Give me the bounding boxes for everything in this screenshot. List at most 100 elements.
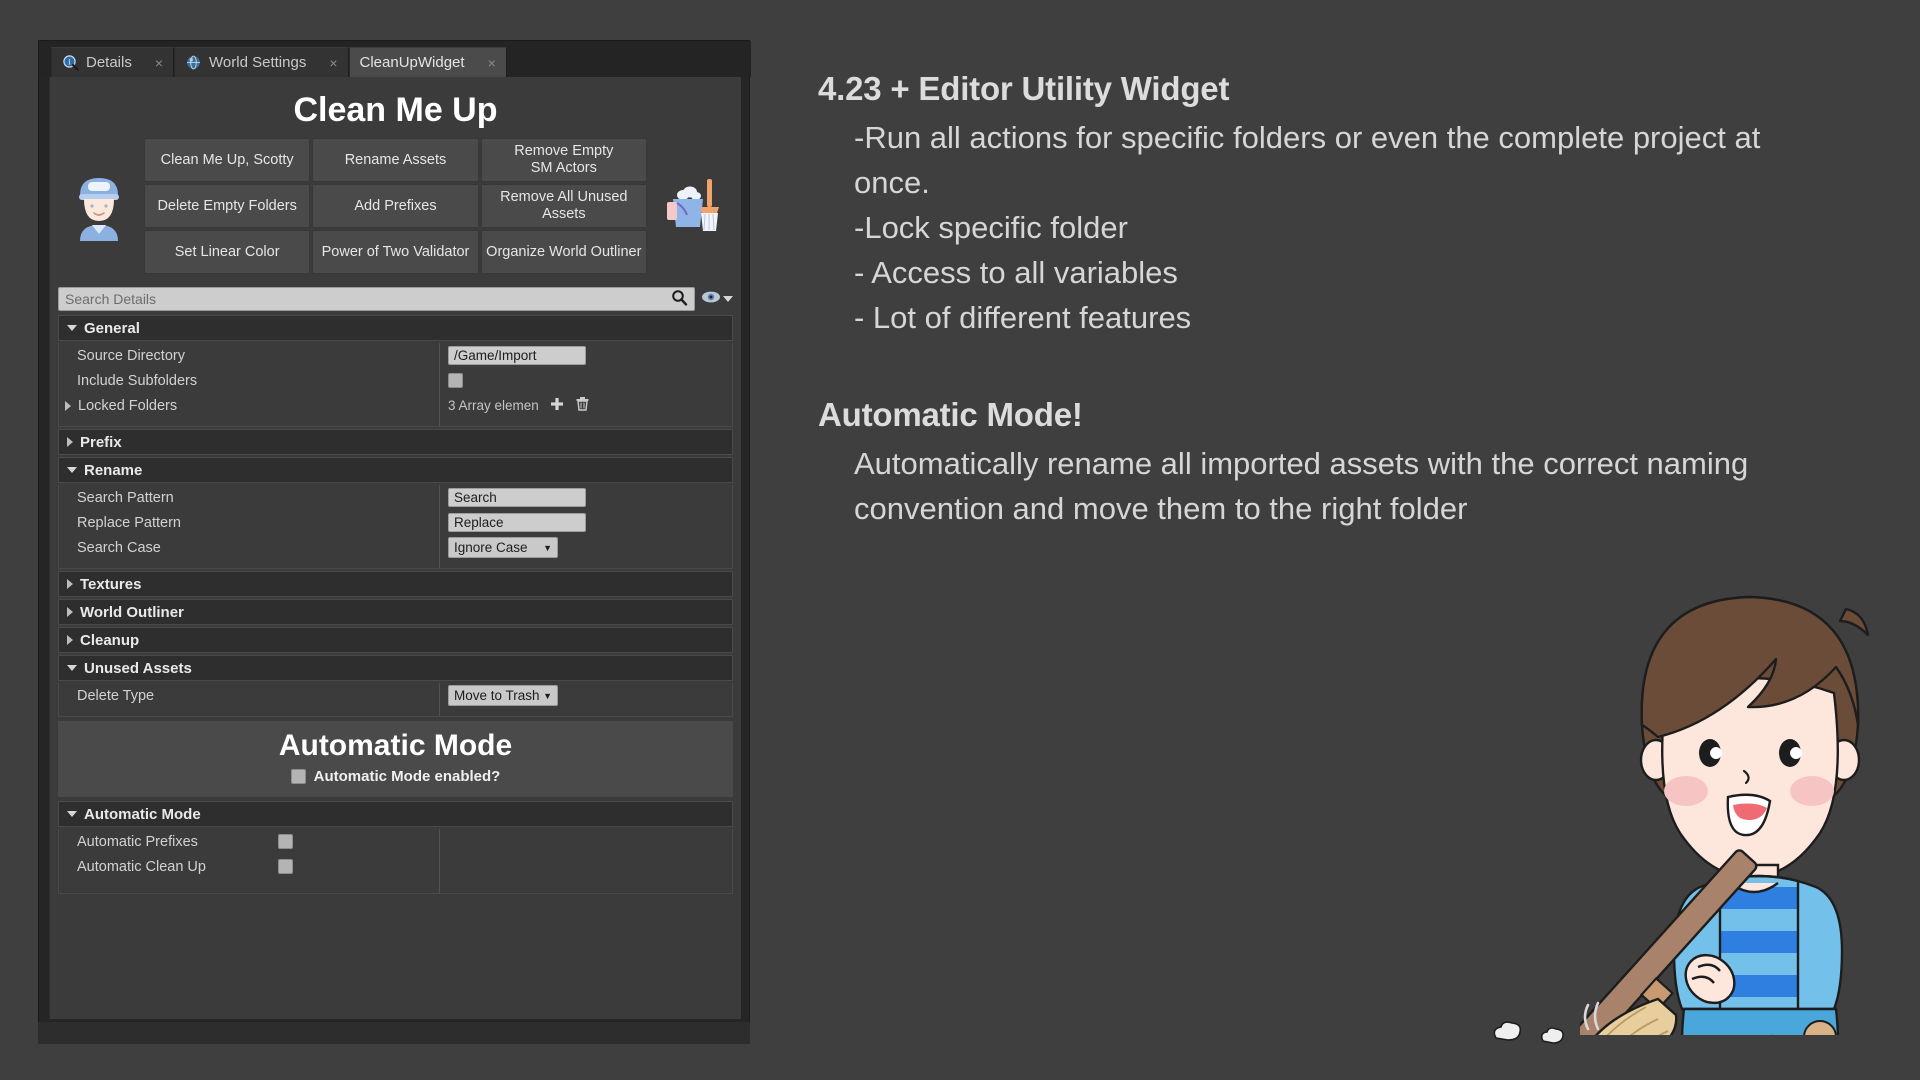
button-organize-world-outliner[interactable]: Organize World Outliner — [481, 230, 647, 274]
dropdown-value: Ignore Case — [454, 540, 528, 555]
chevron-right-icon — [67, 607, 73, 617]
category-label: Prefix — [80, 434, 122, 451]
automatic-prefixes-checkbox[interactable] — [278, 834, 293, 849]
category-header-world-outliner[interactable]: World Outliner — [58, 599, 733, 625]
panel-bottom-strip — [38, 1022, 750, 1044]
property-label: Automatic Prefixes — [59, 834, 259, 850]
category-body-general: Source Directory /Game/Import Include Su… — [58, 343, 733, 427]
source-directory-input[interactable]: /Game/Import — [448, 346, 586, 365]
chevron-down-icon — [67, 665, 77, 671]
property-label: Delete Type — [59, 688, 439, 704]
copy-bullet: - Access to all variables — [854, 251, 1818, 296]
category-body-unused-assets: Delete Type Move to Trash ▼ — [58, 683, 733, 717]
close-icon[interactable]: × — [488, 56, 496, 70]
button-remove-empty-sm-actors[interactable]: Remove Empty SM Actors — [481, 138, 647, 182]
category-body-automatic-mode: Automatic Prefixes Automatic Clean Up — [58, 829, 733, 894]
chevron-right-icon[interactable] — [65, 401, 71, 411]
category-label: Textures — [80, 576, 141, 593]
copy-bullet: -Lock specific folder — [854, 206, 1818, 251]
janitor-avatar-icon — [60, 167, 138, 245]
automatic-mode-banner: Automatic Mode Automatic Mode enabled? — [58, 721, 733, 797]
bucket-and-broom-icon — [653, 167, 731, 245]
button-add-prefixes[interactable]: Add Prefixes — [312, 184, 478, 228]
eye-icon[interactable] — [701, 290, 721, 309]
property-label: Search Pattern — [59, 490, 439, 506]
category-header-general[interactable]: General — [58, 315, 733, 341]
chevron-down-icon — [67, 811, 77, 817]
chevron-right-icon — [67, 579, 73, 589]
property-row-source-directory: Source Directory /Game/Import — [59, 343, 732, 368]
copy-heading-2: Automatic Mode! — [818, 396, 1818, 434]
automatic-mode-enabled-checkbox[interactable] — [291, 769, 306, 784]
close-icon[interactable]: × — [155, 56, 163, 70]
automatic-mode-enabled-row: Automatic Mode enabled? — [58, 768, 733, 785]
dust-puff-icon — [1538, 1026, 1566, 1053]
chevron-down-icon: ▼ — [543, 543, 552, 553]
tab-label: CleanUpWidget — [360, 54, 465, 71]
tab-details[interactable]: i Details × — [51, 47, 174, 77]
category-header-prefix[interactable]: Prefix — [58, 429, 733, 455]
copy-bullet-list: -Run all actions for specific folders or… — [818, 116, 1818, 341]
chevron-right-icon — [67, 437, 73, 447]
delete-type-dropdown[interactable]: Move to Trash ▼ — [448, 685, 558, 706]
replace-pattern-input[interactable]: Replace — [448, 513, 586, 532]
search-details-row: Search Details — [58, 287, 733, 311]
button-remove-all-unused-assets[interactable]: Remove All Unused Assets — [481, 184, 647, 228]
property-row-search-pattern: Search Pattern Search — [59, 485, 732, 510]
automatic-mode-enabled-label: Automatic Mode enabled? — [314, 768, 501, 785]
button-power-of-two-validator[interactable]: Power of Two Validator — [312, 230, 478, 274]
category-label: Rename — [84, 462, 142, 479]
category-header-cleanup[interactable]: Cleanup — [58, 627, 733, 653]
automatic-clean-up-checkbox[interactable] — [278, 859, 293, 874]
property-row-locked-folders: Locked Folders 3 Array elemen — [59, 393, 732, 418]
dust-puff-icon — [1490, 1020, 1524, 1051]
visibility-filter[interactable] — [701, 290, 733, 309]
property-label: Include Subfolders — [59, 373, 439, 389]
action-buttons-grid: Clean Me Up, Scotty Rename Assets Remove… — [144, 138, 647, 274]
category-body-rename: Search Pattern Search Replace Pattern Re… — [58, 485, 733, 569]
copy-bullet: - Lot of different features — [854, 296, 1818, 341]
category-label: Cleanup — [80, 632, 139, 649]
property-row-delete-type: Delete Type Move to Trash ▼ — [59, 683, 732, 708]
trash-icon[interactable] — [575, 396, 590, 415]
details-magnifier-icon: i — [62, 54, 79, 71]
chevron-down-icon — [67, 467, 77, 473]
category-label: Automatic Mode — [84, 806, 201, 823]
category-header-automatic-mode[interactable]: Automatic Mode — [58, 801, 733, 827]
property-label: Replace Pattern — [59, 515, 439, 531]
button-rename-assets[interactable]: Rename Assets — [312, 138, 478, 182]
category-header-rename[interactable]: Rename — [58, 457, 733, 483]
property-label: Search Case — [59, 540, 439, 556]
category-label: Unused Assets — [84, 660, 192, 677]
cleaning-boy-illustration — [1580, 575, 1920, 1035]
search-input[interactable]: Search Details — [58, 287, 695, 311]
category-label: General — [84, 320, 140, 337]
globe-icon — [185, 54, 202, 71]
chevron-down-icon[interactable] — [723, 296, 733, 302]
page-title: Clean Me Up — [50, 77, 741, 138]
tab-world-settings[interactable]: World Settings × — [174, 47, 348, 77]
search-pattern-input[interactable]: Search — [448, 488, 586, 507]
plus-icon[interactable] — [549, 396, 565, 415]
category-header-textures[interactable]: Textures — [58, 571, 733, 597]
tab-cleanupwidget[interactable]: CleanUpWidget × — [349, 47, 507, 77]
category-header-unused-assets[interactable]: Unused Assets — [58, 655, 733, 681]
button-set-linear-color[interactable]: Set Linear Color — [144, 230, 310, 274]
search-case-dropdown[interactable]: Ignore Case ▼ — [448, 537, 558, 558]
chevron-down-icon: ▼ — [543, 691, 552, 701]
array-element-count: 3 Array elemen — [448, 398, 539, 413]
action-button-row: Clean Me Up, Scotty Rename Assets Remove… — [50, 138, 741, 274]
dropdown-value: Move to Trash — [454, 688, 540, 703]
search-placeholder: Search Details — [65, 291, 671, 307]
widget-body: Clean Me Up — [49, 77, 741, 1019]
property-label: Source Directory — [59, 348, 439, 364]
copy-bullet: -Run all actions for specific folders or… — [854, 116, 1818, 206]
automatic-mode-section: Automatic Mode Automatic Prefixes Automa… — [58, 801, 733, 894]
button-delete-empty-folders[interactable]: Delete Empty Folders — [144, 184, 310, 228]
category-label: World Outliner — [80, 604, 184, 621]
magnifier-icon[interactable] — [671, 289, 688, 309]
button-clean-me-up-scotty[interactable]: Clean Me Up, Scotty — [144, 138, 310, 182]
copy-heading-1: 4.23 + Editor Utility Widget — [818, 70, 1818, 108]
close-icon[interactable]: × — [329, 56, 337, 70]
include-subfolders-checkbox[interactable] — [448, 373, 463, 388]
